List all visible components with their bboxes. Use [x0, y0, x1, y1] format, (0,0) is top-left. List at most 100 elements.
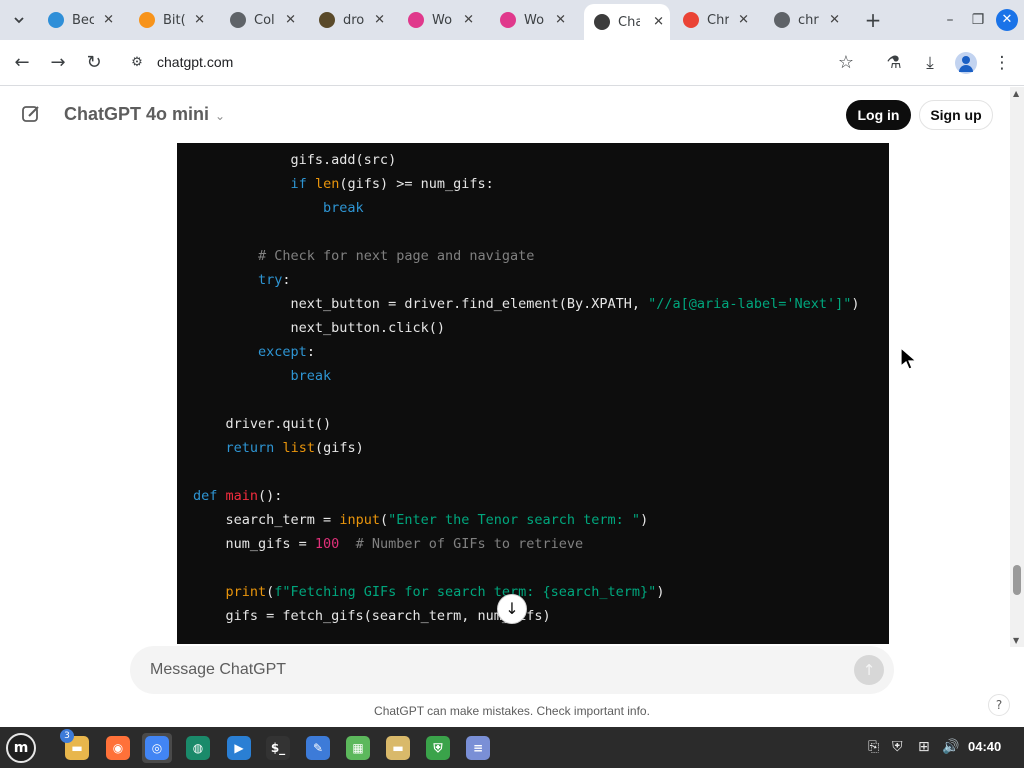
edge-icon	[48, 12, 64, 28]
scroll-to-bottom-button[interactable]: ↓	[497, 594, 527, 624]
back-button[interactable]: ←	[10, 51, 34, 75]
code-token: "Enter the Tenor search term: "	[388, 512, 641, 528]
code-token: try	[258, 272, 283, 288]
notes-app-icon[interactable]: ≡	[463, 733, 493, 763]
code-content: gifs.add(src) if len(gifs) >= num_gifs: …	[193, 148, 860, 628]
bookmark-star-icon[interactable]: ☆	[838, 52, 854, 73]
google-icon	[683, 12, 699, 28]
mint-menu-icon[interactable]: m	[6, 733, 36, 763]
chrome-app-icon[interactable]: ◎	[142, 733, 172, 763]
download-icon[interactable]: ⤓	[918, 51, 942, 75]
browser-tab[interactable]: Chr ✕	[673, 6, 755, 34]
shield-app-icon[interactable]: ⛨	[423, 733, 453, 763]
send-button[interactable]: ↑	[854, 655, 884, 685]
tab-close-icon[interactable]: ✕	[738, 13, 749, 28]
chat-header: ChatGPT 4o mini ⌄ Log in Sign up	[0, 87, 1010, 143]
help-button[interactable]: ?	[988, 694, 1010, 716]
browser-tab[interactable]: Bit(✕	[129, 6, 211, 34]
files-badge: 3	[60, 729, 74, 743]
terminal-app-icon[interactable]: $_	[263, 733, 293, 763]
edge-dev-app-icon[interactable]: ◍	[183, 733, 213, 763]
new-chat-icon[interactable]	[20, 103, 44, 127]
message-input[interactable]: Message ChatGPT	[150, 661, 286, 679]
close-window-button[interactable]: ✕	[996, 9, 1018, 31]
tab-title: Wo	[524, 12, 545, 28]
signup-button[interactable]: Sign up	[919, 100, 993, 130]
scroll-up-arrow-icon[interactable]: ▲	[1013, 89, 1019, 98]
browser-tab[interactable]: dro ✕	[309, 6, 391, 34]
tab-title: dro	[343, 12, 365, 28]
browser-tab[interactable]: Wo ✕	[398, 6, 480, 34]
app-glyph: ◉	[106, 736, 130, 760]
new-tab-button[interactable]: +	[862, 8, 884, 32]
tab-close-icon[interactable]: ✕	[103, 13, 114, 28]
tab-close-icon[interactable]: ✕	[194, 13, 205, 28]
login-button[interactable]: Log in	[846, 100, 911, 130]
browser-tab[interactable]: Col ✕	[220, 6, 302, 34]
profile-avatar[interactable]	[955, 52, 977, 74]
tab-close-icon[interactable]: ✕	[653, 15, 664, 30]
browser-toolbar: ← → ↻ ⚙ chatgpt.com ☆ ⚗ ⤓ ⋮	[0, 40, 1024, 86]
code-token: break	[290, 368, 332, 384]
message-composer[interactable]: Message ChatGPT ↑	[130, 646, 894, 694]
chatgpt-icon	[594, 14, 610, 30]
clipboard-tray-icon[interactable]: ⎘	[868, 739, 879, 755]
code-token: next_button.click()	[193, 320, 445, 336]
tab-close-icon[interactable]: ✕	[829, 13, 840, 28]
browser-tab[interactable]: Bec ✕	[38, 6, 120, 34]
code-line: next_button.click()	[193, 316, 860, 340]
browser-tab[interactable]: Cha ✕	[584, 4, 670, 40]
clock: 04:40	[968, 739, 1002, 754]
remote-desktop-app-icon[interactable]: ▶	[224, 733, 254, 763]
firefox-app-icon[interactable]: ◉	[103, 733, 133, 763]
address-bar[interactable]: ⚙ chatgpt.com ☆	[118, 46, 868, 80]
scroll-down-arrow-icon[interactable]: ▼	[1013, 636, 1019, 645]
tab-search-button[interactable]	[6, 8, 32, 32]
reload-button[interactable]: ↻	[82, 51, 106, 75]
maximize-button[interactable]: ❐	[966, 8, 990, 32]
page-scrollbar[interactable]: ▲ ▼	[1010, 87, 1024, 647]
code-token: # Check for next page and navigate	[258, 248, 535, 264]
code-token: :	[306, 344, 315, 360]
tab-close-icon[interactable]: ✕	[374, 13, 385, 28]
mouse-cursor-icon	[900, 347, 918, 370]
labs-flask-icon[interactable]: ⚗	[882, 51, 906, 75]
text-editor-app-icon[interactable]: ✎	[303, 733, 333, 763]
browser-tab[interactable]: Wo ✕	[490, 6, 572, 34]
code-token: driver.quit()	[193, 416, 332, 432]
tab-close-icon[interactable]: ✕	[285, 13, 296, 28]
code-token: (gifs)	[314, 440, 364, 456]
spreadsheet-app-icon[interactable]: ▦	[343, 733, 373, 763]
code-token: len	[314, 176, 340, 192]
folder-app-icon[interactable]: ▬	[383, 733, 413, 763]
network-tray-icon[interactable]: ⊞	[918, 739, 930, 755]
tab-title: Col	[254, 12, 275, 28]
tab-title: Wo	[432, 12, 453, 28]
code-token: def	[193, 488, 218, 504]
code-line: except:	[193, 340, 860, 364]
menu-kebab-icon[interactable]: ⋮	[990, 51, 1014, 75]
minimize-button[interactable]: –	[938, 8, 962, 32]
volume-tray-icon[interactable]: 🔊	[942, 739, 959, 755]
app-glyph: ▶	[227, 736, 251, 760]
browser-tab[interactable]: chr ✕	[764, 6, 846, 34]
update-shield-tray-icon[interactable]: ⛨	[892, 739, 903, 755]
tab-close-icon[interactable]: ✕	[555, 13, 566, 28]
scrollbar-thumb[interactable]	[1013, 565, 1021, 595]
site-info-icon[interactable]: ⚙	[128, 54, 146, 72]
code-token: num_gifs =	[193, 536, 315, 552]
tab-close-icon[interactable]: ✕	[463, 13, 474, 28]
book-icon	[319, 12, 335, 28]
forward-button[interactable]: →	[46, 51, 70, 75]
code-token: break	[323, 200, 364, 216]
code-token: except	[258, 344, 307, 360]
tab-title: Chr	[707, 12, 729, 28]
url-text[interactable]: chatgpt.com	[157, 54, 233, 70]
model-selector[interactable]: ChatGPT 4o mini ⌄	[64, 104, 225, 125]
